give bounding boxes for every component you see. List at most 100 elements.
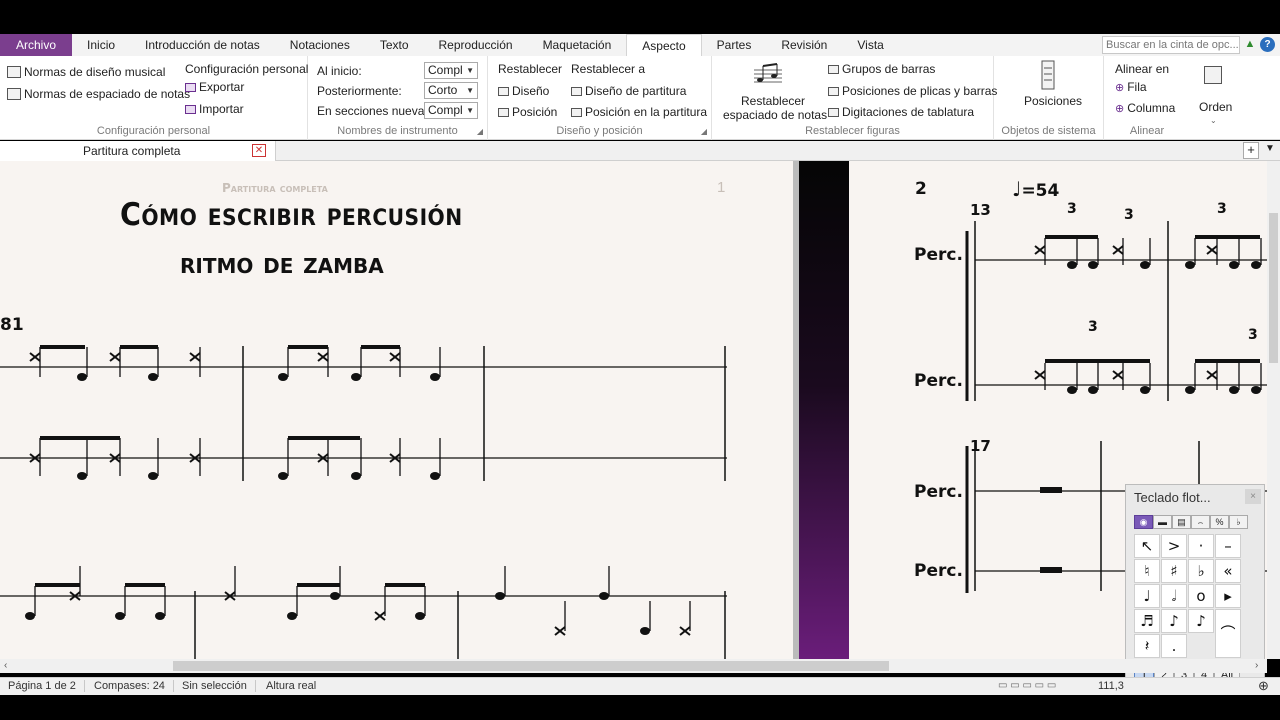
note-head[interactable] (1067, 261, 1077, 269)
scroll-right-icon[interactable]: › (1255, 659, 1258, 673)
collapse-ribbon-icon[interactable]: ▲ (1244, 38, 1256, 50)
zoom-level[interactable]: 111,3 (1098, 680, 1124, 692)
tab-introduccion-notas[interactable]: Introducción de notas (130, 34, 275, 56)
orden-button[interactable] (1204, 66, 1222, 84)
keypad-mode-2-icon[interactable]: ▬ (1153, 515, 1172, 529)
note-head[interactable] (278, 472, 288, 480)
note-head[interactable] (430, 373, 440, 381)
note-head[interactable] (148, 373, 158, 381)
ribbon-search-input[interactable]: Buscar en la cinta de opc... (1102, 36, 1240, 54)
secciones-nuevas-dropdown[interactable]: Compl (424, 102, 478, 119)
note-head[interactable] (1251, 386, 1261, 394)
dialog-launcher-icon[interactable]: ◢ (477, 127, 483, 136)
note-head[interactable] (287, 612, 297, 620)
posicion-partitura-button[interactable]: Posición en la partitura (571, 105, 707, 119)
note-head[interactable] (495, 592, 505, 600)
note-head[interactable] (1251, 261, 1261, 269)
note-head[interactable] (351, 472, 361, 480)
note-head[interactable] (1088, 386, 1098, 394)
posicion-button[interactable]: Posición (498, 105, 557, 119)
note-head[interactable] (640, 627, 650, 635)
config-personal-button[interactable]: Configuración personal (185, 62, 308, 76)
rewind-key-icon[interactable]: « (1215, 559, 1241, 583)
tab-vista[interactable]: Vista (842, 34, 898, 56)
horizontal-scroll-thumb[interactable] (173, 661, 889, 671)
keypad-mode-3-icon[interactable]: ▤ (1172, 515, 1191, 529)
rest-key-icon[interactable]: 𝄽 (1134, 634, 1160, 658)
note-head[interactable] (25, 612, 35, 620)
scroll-left-icon[interactable]: ‹ (4, 659, 7, 673)
normas-espaciado-button[interactable]: Normas de espaciado de notas (7, 87, 190, 101)
keypad-mode-5-icon[interactable]: % (1210, 515, 1229, 529)
posiciones-plicas-button[interactable]: Posiciones de plicas y barras (828, 84, 997, 98)
keypad-mode-4-icon[interactable]: ⌢ (1191, 515, 1210, 529)
tenuto-key-icon[interactable]: – (1215, 534, 1241, 558)
grupos-barras-button[interactable]: Grupos de barras (828, 62, 935, 76)
note-head[interactable] (330, 592, 340, 600)
note-head[interactable] (1229, 261, 1239, 269)
floating-keypad[interactable]: Teclado flot... × ◉ ▬ ▤ ⌢ % ♭ ↖ > · – ♮ … (1125, 484, 1265, 687)
pointer-key-icon[interactable]: ↖ (1134, 534, 1160, 558)
document-tab[interactable]: Partitura completa ✕ (0, 141, 276, 161)
columna-button[interactable]: ⊕ Columna (1115, 101, 1175, 115)
note-head[interactable] (1140, 386, 1150, 394)
play-key-icon[interactable]: ▸ (1215, 584, 1241, 608)
note-head[interactable] (599, 592, 609, 600)
importar-button[interactable]: Importar (185, 102, 244, 116)
score-view[interactable]: Partitura completa 1 Cómo escribir percu… (0, 161, 1267, 659)
note-head[interactable] (115, 612, 125, 620)
eighth-note-key-icon[interactable]: ♪ (1161, 609, 1187, 633)
vertical-scroll-thumb[interactable] (1269, 213, 1278, 363)
view-mode-icons[interactable]: ▭ ▭ ▭ ▭ ▭ (998, 680, 1056, 691)
note-head[interactable] (77, 373, 87, 381)
note-head[interactable] (430, 472, 440, 480)
note-head[interactable] (77, 472, 87, 480)
note-head[interactable] (278, 373, 288, 381)
whole-note-key-icon[interactable]: o (1188, 584, 1214, 608)
fila-button[interactable]: ⊕ Fila (1115, 80, 1147, 94)
tab-list-icon[interactable]: ▼ (1262, 142, 1278, 159)
sharp-key-icon[interactable]: ♯ (1161, 559, 1187, 583)
diseno-partitura-button[interactable]: Diseño de partitura (571, 84, 686, 98)
tab-maquetacion[interactable]: Maquetación (528, 34, 627, 56)
help-icon[interactable]: ? (1260, 37, 1275, 52)
tab-partes[interactable]: Partes (702, 34, 767, 56)
keypad-close-icon[interactable]: × (1245, 489, 1261, 504)
posiciones-button[interactable] (1040, 60, 1056, 90)
vertical-scrollbar[interactable] (1267, 161, 1280, 659)
natural-key-icon[interactable]: ♮ (1134, 559, 1160, 583)
tie-key-icon[interactable]: ⌒ (1215, 609, 1241, 658)
orden-dropdown-icon[interactable]: ⌄ (1210, 116, 1217, 125)
note-head[interactable] (415, 612, 425, 620)
restablecer-espaciado-button[interactable] (752, 62, 784, 88)
sixteenth-note-key-icon[interactable]: ♬ (1134, 609, 1160, 633)
note-head[interactable] (1140, 261, 1150, 269)
al-inicio-dropdown[interactable]: Compl (424, 62, 478, 79)
note-head[interactable] (1088, 261, 1098, 269)
tab-inicio[interactable]: Inicio (72, 34, 130, 56)
zoom-in-icon[interactable]: ⊕ (1258, 678, 1269, 694)
note-head[interactable] (1185, 386, 1195, 394)
tab-notaciones[interactable]: Notaciones (275, 34, 365, 56)
flat-key-icon[interactable]: ♭ (1188, 559, 1214, 583)
note-head[interactable] (351, 373, 361, 381)
digitaciones-button[interactable]: Digitaciones de tablatura (828, 105, 974, 119)
note-head[interactable] (148, 472, 158, 480)
close-tab-icon[interactable]: ✕ (252, 144, 266, 157)
horizontal-scrollbar[interactable]: ‹ › (0, 659, 1267, 673)
eighth-note-alt-key-icon[interactable]: ♪ (1188, 609, 1214, 633)
tab-texto[interactable]: Texto (365, 34, 424, 56)
tempo-marking-right[interactable]: ♩=54 (1012, 177, 1059, 201)
tab-reproduccion[interactable]: Reproducción (424, 34, 528, 56)
diseno-button[interactable]: Diseño (498, 84, 549, 98)
half-note-key-icon[interactable]: 𝅗𝅥 (1161, 584, 1187, 608)
restablecer-button[interactable]: Restablecer (498, 62, 562, 76)
quarter-note-key-icon[interactable]: ♩ (1134, 584, 1160, 608)
exportar-button[interactable]: Exportar (185, 80, 244, 94)
posteriormente-dropdown[interactable]: Corto (424, 82, 478, 99)
tab-revision[interactable]: Revisión (766, 34, 842, 56)
note-head[interactable] (1067, 386, 1077, 394)
staccato-key-icon[interactable]: · (1188, 534, 1214, 558)
dialog-launcher-icon[interactable]: ◢ (701, 127, 707, 136)
keypad-mode-main-icon[interactable]: ◉ (1134, 515, 1153, 529)
